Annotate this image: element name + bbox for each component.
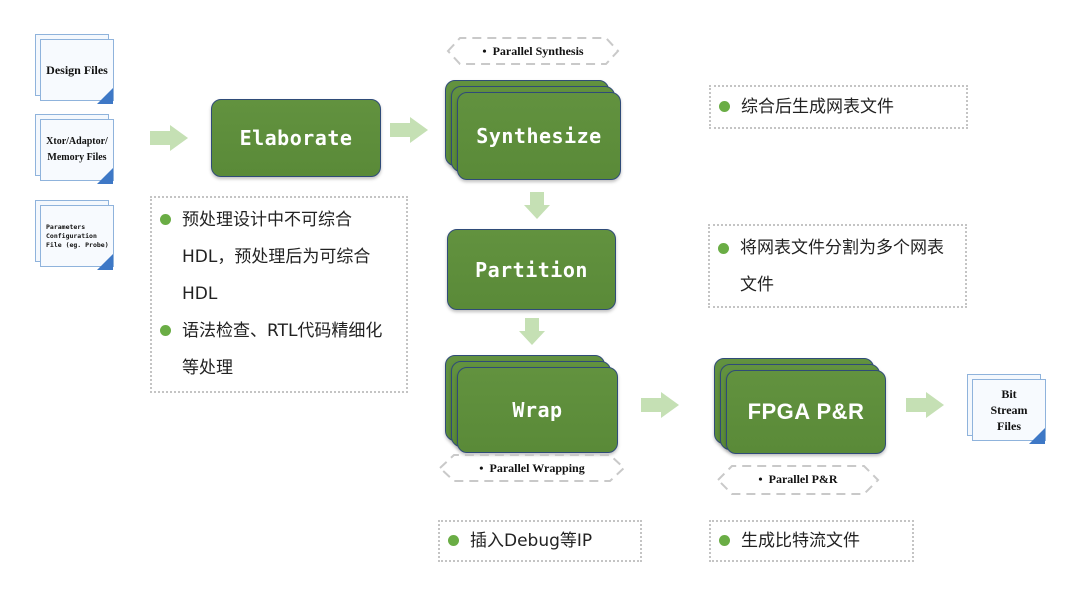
note-item: 插入Debug等IP [440, 522, 640, 560]
fpga-pr-note: 生成比特流文件 [709, 520, 914, 562]
note-text: 插入Debug等IP [470, 531, 593, 551]
synthesize-note: 综合后生成网表文件 [709, 85, 968, 129]
arrow-down-icon [524, 192, 550, 220]
bullet-icon [160, 325, 171, 336]
elaborate-stage: Elaborate [211, 99, 381, 177]
parallel-pr-text: Parallel P&R [768, 471, 838, 486]
bullet-icon [448, 535, 459, 546]
partition-stage: Partition [447, 229, 616, 310]
fpga-pr-stage: FPGA P&R [726, 370, 886, 454]
synthesize-stage: Synthesize [457, 92, 621, 180]
elaborate-note: 预处理设计中不可综合HDL，预处理后为可综合HDL 语法检查、RTL代码精细化等… [150, 196, 408, 393]
bullet-icon [719, 101, 730, 112]
note-item: 语法检查、RTL代码精细化等处理 [152, 313, 406, 387]
page-curl-icon [97, 168, 113, 184]
parameters-file-doc: Parameters Configuration File (eg. Probe… [35, 200, 114, 270]
note-item: 生成比特流文件 [711, 522, 912, 560]
note-text: 语法检查、RTL代码精细化等处理 [182, 321, 383, 378]
arrow-down-icon [519, 318, 545, 346]
arrow-right-icon [906, 392, 944, 418]
parallel-wrapping-label: • Parallel Wrapping [479, 460, 585, 475]
wrap-stage: Wrap [457, 367, 618, 453]
parallel-wrapping-tag: • Parallel Wrapping [434, 453, 630, 483]
note-text: 将网表文件分割为多个网表文件 [740, 238, 944, 295]
parallel-pr-tag: • Parallel P&R [714, 464, 882, 495]
note-item: 预处理设计中不可综合HDL，预处理后为可综合HDL [152, 202, 406, 313]
page-curl-icon [97, 88, 113, 104]
arrow-right-icon [390, 117, 428, 143]
page-curl-icon [1029, 428, 1045, 444]
bullet-icon [160, 214, 171, 225]
parallel-pr-label: • Parallel P&R [758, 471, 838, 486]
note-item: 将网表文件分割为多个网表文件 [710, 226, 965, 304]
note-text: 预处理设计中不可综合HDL，预处理后为可综合HDL [182, 210, 371, 304]
wrap-note: 插入Debug等IP [438, 520, 642, 562]
parallel-synthesis-text: Parallel Synthesis [492, 43, 584, 58]
note-text: 生成比特流文件 [741, 531, 860, 551]
parallel-synthesis-tag: • Parallel Synthesis [436, 36, 630, 66]
arrow-right-icon [150, 125, 188, 151]
arrow-right-icon [641, 392, 679, 418]
bullet-icon [719, 535, 730, 546]
page-curl-icon [97, 254, 113, 270]
parallel-wrapping-text: Parallel Wrapping [489, 460, 585, 475]
note-item: 综合后生成网表文件 [711, 87, 966, 127]
design-files-doc: Design Files [35, 34, 114, 104]
partition-note: 将网表文件分割为多个网表文件 [708, 224, 967, 308]
bullet-icon [718, 243, 729, 254]
xtor-files-doc: Xtor/Adaptor/ Memory Files [35, 114, 114, 184]
parallel-synthesis-label: • Parallel Synthesis [482, 43, 584, 58]
bit-stream-files-doc: Bit Stream Files [967, 374, 1046, 444]
note-text: 综合后生成网表文件 [741, 97, 894, 117]
